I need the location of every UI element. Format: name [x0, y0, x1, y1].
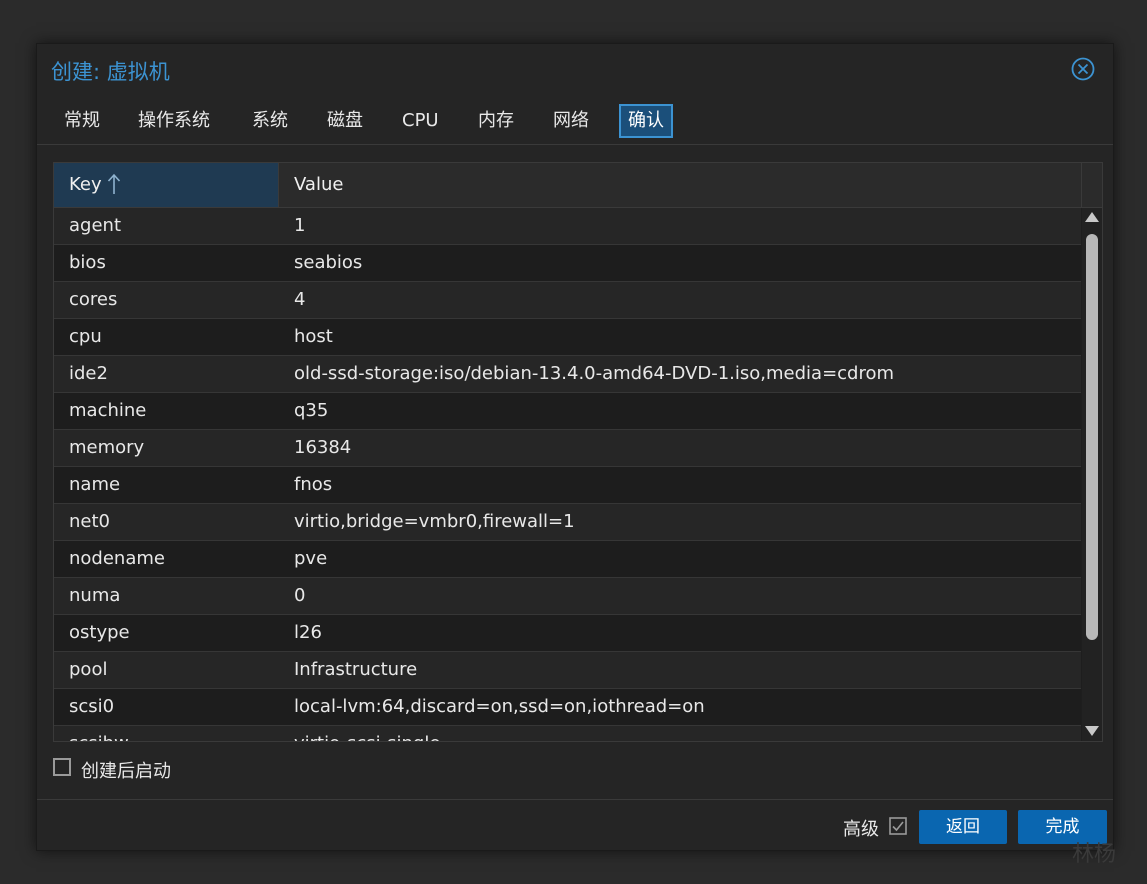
- scrollbar-thumb[interactable]: [1086, 234, 1098, 640]
- row-key: memory: [69, 437, 145, 458]
- row-key: cores: [69, 289, 118, 310]
- tab-os[interactable]: 操作系统: [138, 106, 210, 136]
- row-key: ostype: [69, 622, 130, 643]
- vertical-scrollbar[interactable]: [1082, 208, 1102, 741]
- advanced-checkbox[interactable]: [889, 817, 907, 835]
- footer-divider: [37, 799, 1113, 800]
- start-after-create-checkbox[interactable]: [53, 758, 71, 776]
- start-after-create-label: 创建后启动: [81, 761, 171, 782]
- row-value: 0: [294, 585, 306, 606]
- row-key: ide2: [69, 363, 108, 384]
- tab-memory[interactable]: 内存: [478, 106, 514, 136]
- grid-rows: agent 1 bios seabios cores 4 cpu host id…: [54, 208, 1081, 741]
- scroll-down-arrow-icon[interactable]: [1085, 726, 1099, 736]
- row-value: 1: [294, 215, 306, 236]
- row-key: cpu: [69, 326, 102, 347]
- row-value: 16384: [294, 437, 352, 458]
- row-value: old-ssd-storage:iso/debian-13.4.0-amd64-…: [294, 363, 895, 384]
- dialog-title: 创建: 虚拟机: [51, 60, 170, 84]
- back-button[interactable]: 返回: [919, 810, 1007, 844]
- row-key: name: [69, 474, 121, 495]
- table-row[interactable]: nodename pve: [54, 541, 1081, 578]
- table-row[interactable]: bios seabios: [54, 245, 1081, 282]
- advanced-label: 高级: [843, 819, 879, 840]
- row-key: pool: [69, 659, 108, 680]
- row-value: 4: [294, 289, 306, 310]
- row-key: bios: [69, 252, 106, 273]
- scroll-up-arrow-icon[interactable]: [1085, 212, 1099, 222]
- row-key: agent: [69, 215, 121, 236]
- row-value: pve: [294, 548, 328, 569]
- row-value: virtio,bridge=vmbr0,firewall=1: [294, 511, 575, 532]
- close-icon[interactable]: [1071, 57, 1095, 81]
- tab-system[interactable]: 系统: [252, 106, 288, 136]
- grid-header: Key Value: [54, 163, 1102, 208]
- table-row[interactable]: memory 16384: [54, 430, 1081, 467]
- table-row[interactable]: cores 4: [54, 282, 1081, 319]
- row-key: scsi0: [69, 696, 115, 717]
- tab-network[interactable]: 网络: [553, 106, 589, 136]
- row-key: scsihw: [69, 733, 129, 741]
- row-key: machine: [69, 400, 147, 421]
- create-vm-dialog: 创建: 虚拟机 常规 操作系统 系统 磁盘 CPU 内存 网络 确认 Key V…: [36, 43, 1114, 851]
- summary-grid: Key Value agent 1 bios seabios cores 4 c…: [53, 162, 1103, 742]
- table-row[interactable]: net0 virtio,bridge=vmbr0,firewall=1: [54, 504, 1081, 541]
- column-header-value[interactable]: Value: [279, 163, 1082, 207]
- row-value: host: [294, 326, 333, 347]
- tab-disks[interactable]: 磁盘: [327, 106, 363, 136]
- row-key: numa: [69, 585, 121, 606]
- column-header-value-label: Value: [294, 174, 344, 195]
- row-value: l26: [294, 622, 322, 643]
- table-row[interactable]: name fnos: [54, 467, 1081, 504]
- row-key: nodename: [69, 548, 165, 569]
- row-value: virtio-scsi-single: [294, 733, 440, 741]
- table-row[interactable]: cpu host: [54, 319, 1081, 356]
- tab-general[interactable]: 常规: [64, 106, 100, 136]
- row-value: fnos: [294, 474, 333, 495]
- row-value: local-lvm:64,discard=on,ssd=on,iothread=…: [294, 696, 705, 717]
- row-value: Infrastructure: [294, 659, 418, 680]
- table-row[interactable]: scsihw virtio-scsi-single: [54, 726, 1081, 741]
- row-value: seabios: [294, 252, 363, 273]
- wizard-tabs: 常规 操作系统 系统 磁盘 CPU 内存 网络 确认: [37, 104, 1113, 145]
- watermark: 林杨: [1072, 842, 1117, 867]
- table-row[interactable]: agent 1: [54, 208, 1081, 245]
- table-row[interactable]: scsi0 local-lvm:64,discard=on,ssd=on,iot…: [54, 689, 1081, 726]
- tab-confirm[interactable]: 确认: [619, 104, 673, 138]
- row-key: net0: [69, 511, 110, 532]
- column-header-key-label: Key: [69, 174, 102, 195]
- tab-cpu[interactable]: CPU: [402, 106, 439, 136]
- table-row[interactable]: numa 0: [54, 578, 1081, 615]
- row-value: q35: [294, 400, 329, 421]
- sort-ascending-icon: [107, 173, 121, 194]
- table-row[interactable]: ostype l26: [54, 615, 1081, 652]
- table-row[interactable]: machine q35: [54, 393, 1081, 430]
- table-row[interactable]: ide2 old-ssd-storage:iso/debian-13.4.0-a…: [54, 356, 1081, 393]
- table-row[interactable]: pool Infrastructure: [54, 652, 1081, 689]
- column-header-key[interactable]: Key: [54, 163, 279, 207]
